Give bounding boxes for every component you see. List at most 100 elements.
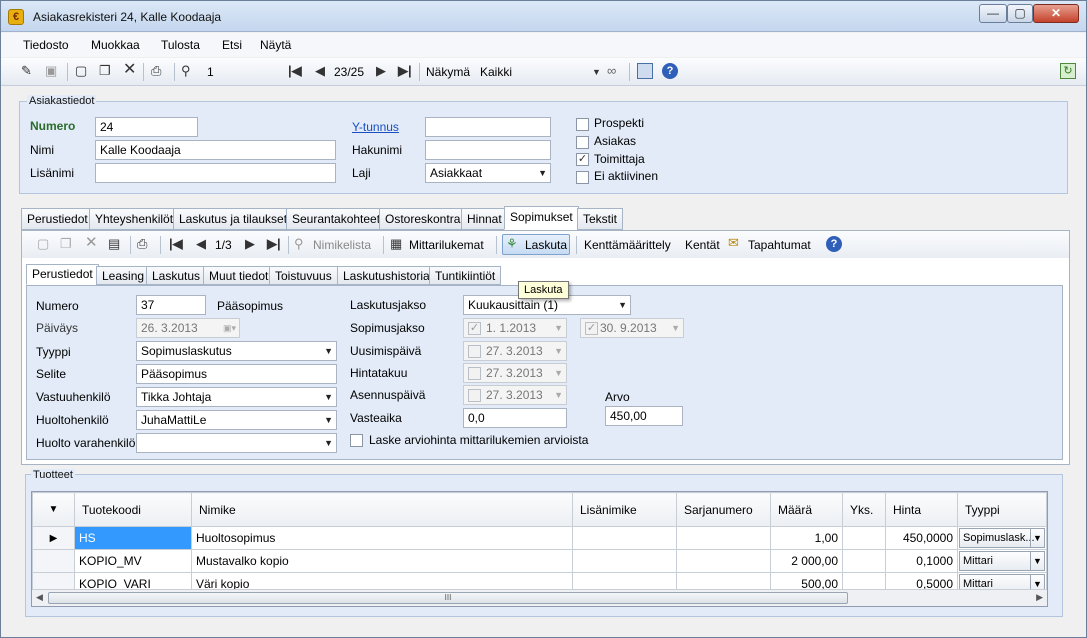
customer-name-field[interactable]: Kalle Koodaaja (95, 140, 336, 160)
maximize-button[interactable]: ▢ (1007, 4, 1033, 23)
minimize-button[interactable]: — (979, 4, 1007, 23)
col-lisanimike[interactable]: Lisänimike (572, 492, 677, 527)
menu-etsi[interactable]: Etsi (222, 38, 242, 52)
layout-icon[interactable] (637, 63, 653, 79)
tab-hinnat[interactable]: Hinnat (461, 208, 508, 230)
cell-unit[interactable] (842, 549, 886, 573)
new-icon[interactable]: ▢ (75, 64, 87, 78)
col-nimike[interactable]: Nimike (191, 492, 573, 527)
cell-serial[interactable] (676, 526, 771, 550)
subtab-tuntikiintiot[interactable]: Tuntikiintiöt (429, 266, 502, 285)
menu-tiedosto[interactable]: Tiedosto (23, 38, 69, 52)
find-icon[interactable]: ⚲ (181, 64, 191, 78)
cell-unit[interactable] (842, 526, 886, 550)
laske-arviohinta-checkbox[interactable] (350, 434, 363, 447)
cell-type[interactable]: Mittari ▼ (957, 549, 1047, 573)
col-tyyppi[interactable]: Tyyppi (957, 492, 1047, 527)
cell-extra[interactable] (572, 526, 677, 550)
print-contract-icon[interactable]: ⎙ (137, 237, 147, 251)
horizontal-scrollbar[interactable]: ◀ III ▶ (32, 589, 1047, 606)
view-dropdown-icon[interactable]: ▼ (592, 65, 601, 79)
table-row[interactable]: ▶ HS Huoltosopimus 1,00 450,0000 Sopimus… (32, 526, 1047, 550)
subtab-leasing[interactable]: Leasing (96, 266, 151, 285)
ei-aktiivinen-checkbox[interactable] (576, 171, 589, 184)
menu-tulosta[interactable]: Tulosta (161, 38, 200, 52)
toimittaja-checkbox[interactable]: ✓ (576, 153, 589, 166)
menu-nayta[interactable]: Näytä (260, 38, 291, 52)
ytunnus-link[interactable]: Y-tunnus (352, 120, 399, 134)
asennuspaiva-checkbox[interactable] (468, 389, 481, 402)
first-contract-icon[interactable]: |◀ (169, 237, 183, 251)
uusimispaiva-picker[interactable]: 27. 3.2013 ▼ (463, 341, 567, 361)
cell-code[interactable]: KOPIO_MV (74, 549, 192, 573)
customer-extra-name-field[interactable] (95, 163, 336, 183)
next-record-icon[interactable]: ▶ (376, 64, 386, 78)
close-button[interactable]: ✕ (1033, 4, 1079, 23)
paivays-date-picker[interactable]: 26. 3.2013 ▣▾ (136, 318, 240, 338)
menu-muokkaa[interactable]: Muokkaa (91, 38, 140, 52)
subtab-muut-tiedot[interactable]: Muut tiedot (203, 266, 275, 285)
tyyppi-select[interactable]: Sopimuslaskutus ▼ (136, 341, 337, 361)
mittarilukemat-button[interactable]: Mittarilukemat (409, 238, 484, 252)
arvo-field[interactable]: 450,00 (605, 406, 683, 426)
delete-contract-icon[interactable]: ✕ (85, 235, 98, 250)
subtab-laskutus[interactable]: Laskutus (146, 266, 207, 285)
cell-price[interactable]: 0,1000 (885, 549, 958, 573)
tab-sopimukset[interactable]: Sopimukset (504, 206, 579, 230)
next-contract-icon[interactable]: ▶ (245, 237, 255, 251)
print-icon[interactable]: ⎙ (151, 64, 161, 78)
cell-qty[interactable]: 2 000,00 (770, 549, 843, 573)
tab-laskutus-ja-tilaukset[interactable]: Laskutus ja tilaukset (173, 208, 294, 230)
laji-select[interactable]: Asiakkaat ▼ (425, 163, 551, 183)
customer-number-field[interactable]: 24 (95, 117, 198, 137)
view-select[interactable]: Kaikki (480, 65, 512, 79)
filter-icon[interactable]: ▼ (32, 492, 75, 527)
laskuta-button[interactable]: ⚘ Laskuta (502, 234, 570, 255)
scroll-left-icon[interactable]: ◀ (36, 592, 43, 603)
subtab-perustiedot[interactable]: Perustiedot (26, 264, 99, 285)
type-select[interactable]: Sopimuslask... ▼ (959, 528, 1045, 548)
cell-code[interactable]: HS (74, 526, 192, 550)
cell-type[interactable]: Sopimuslask... ▼ (957, 526, 1047, 550)
table-row[interactable]: KOPIO_MV Mustavalko kopio 2 000,00 0,100… (32, 549, 1047, 573)
tab-perustiedot[interactable]: Perustiedot (21, 208, 94, 230)
cell-price[interactable]: 450,0000 (885, 526, 958, 550)
uusimispaiva-checkbox[interactable] (468, 345, 481, 358)
prev-record-icon[interactable]: ◀ (315, 64, 325, 78)
contract-number-field[interactable]: 37 (136, 295, 206, 315)
col-tuotekoodi[interactable]: Tuotekoodi (74, 492, 192, 527)
tab-yhteyshenkilot[interactable]: Yhteyshenkilöt (89, 208, 180, 230)
sopimusjakso-end-picker[interactable]: ✓ 30. 9.2013 ▼ (580, 318, 684, 338)
cell-qty[interactable]: 1,00 (770, 526, 843, 550)
scroll-thumb[interactable]: III (48, 592, 848, 604)
col-sarjanumero[interactable]: Sarjanumero (676, 492, 771, 527)
tab-ostoreskontra[interactable]: Ostoreskontra (379, 208, 467, 230)
search-value[interactable]: 1 (207, 65, 214, 79)
help-icon[interactable]: ? (826, 236, 842, 252)
edit-icon[interactable]: ✎ (21, 64, 32, 78)
hintatakuu-checkbox[interactable] (468, 367, 481, 380)
prev-contract-icon[interactable]: ◀ (196, 237, 206, 251)
new-contract-icon[interactable]: ▢ (37, 237, 49, 251)
link-icon[interactable]: ∞ (607, 64, 616, 78)
kentat-button[interactable]: Kentät (685, 238, 720, 252)
refresh-icon[interactable]: ↻ (1060, 63, 1076, 79)
copy-icon[interactable]: ❐ (99, 64, 111, 78)
copy-contract-icon[interactable]: ❐ (60, 237, 72, 251)
subtab-laskutushistoria[interactable]: Laskutushistoria (337, 266, 436, 285)
sopimusjakso-end-checkbox[interactable]: ✓ (585, 322, 598, 335)
cell-extra[interactable] (572, 549, 677, 573)
hakunimi-field[interactable] (425, 140, 551, 160)
tab-tekstit[interactable]: Tekstit (577, 208, 624, 230)
ytunnus-field[interactable] (425, 117, 551, 137)
prospekti-checkbox[interactable] (576, 118, 589, 131)
first-record-icon[interactable]: |◀ (288, 64, 302, 78)
huoltohenkilo-select[interactable]: JuhaMattiLe ▼ (136, 410, 337, 430)
subtab-toistuvuus[interactable]: Toistuvuus (269, 266, 338, 285)
vastuuhenkilo-select[interactable]: Tikka Johtaja ▼ (136, 387, 337, 407)
asennuspaiva-picker[interactable]: 27. 3.2013 ▼ (463, 385, 567, 405)
cell-name[interactable]: Huoltosopimus (191, 526, 573, 550)
nimikelista-button[interactable]: Nimikelista (313, 238, 371, 252)
last-record-icon[interactable]: ▶| (398, 64, 412, 78)
save-icon[interactable]: ▣ (45, 64, 57, 78)
